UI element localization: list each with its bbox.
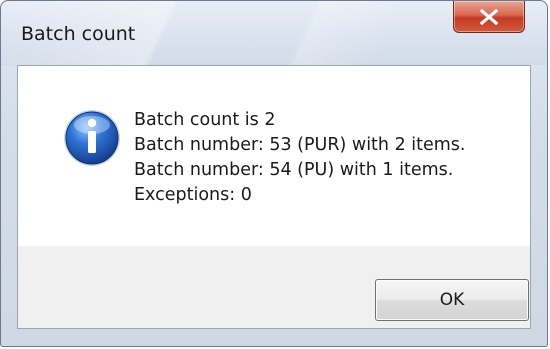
ok-button[interactable]: OK: [375, 279, 529, 321]
window-title: Batch count: [21, 23, 136, 45]
message-area: Batch count is 2 Batch number: 53 (PUR) …: [18, 66, 530, 246]
message-text: Batch count is 2 Batch number: 53 (PUR) …: [134, 108, 466, 208]
title-bar[interactable]: Batch count: [1, 1, 547, 65]
message-line: Batch number: 54 (PU) with 1 items.: [134, 160, 454, 180]
message-line: Exceptions: 0: [134, 185, 252, 205]
message-line: Batch number: 53 (PUR) with 2 items.: [134, 135, 466, 155]
close-icon: [478, 8, 500, 25]
close-button[interactable]: [453, 1, 525, 33]
dialog-body: Batch count is 2 Batch number: 53 (PUR) …: [17, 65, 531, 329]
info-icon: [62, 108, 122, 168]
dialog-window: Batch count Batch count is 2 Batch numbe…: [0, 0, 548, 347]
message-line: Batch count is 2: [134, 110, 276, 130]
